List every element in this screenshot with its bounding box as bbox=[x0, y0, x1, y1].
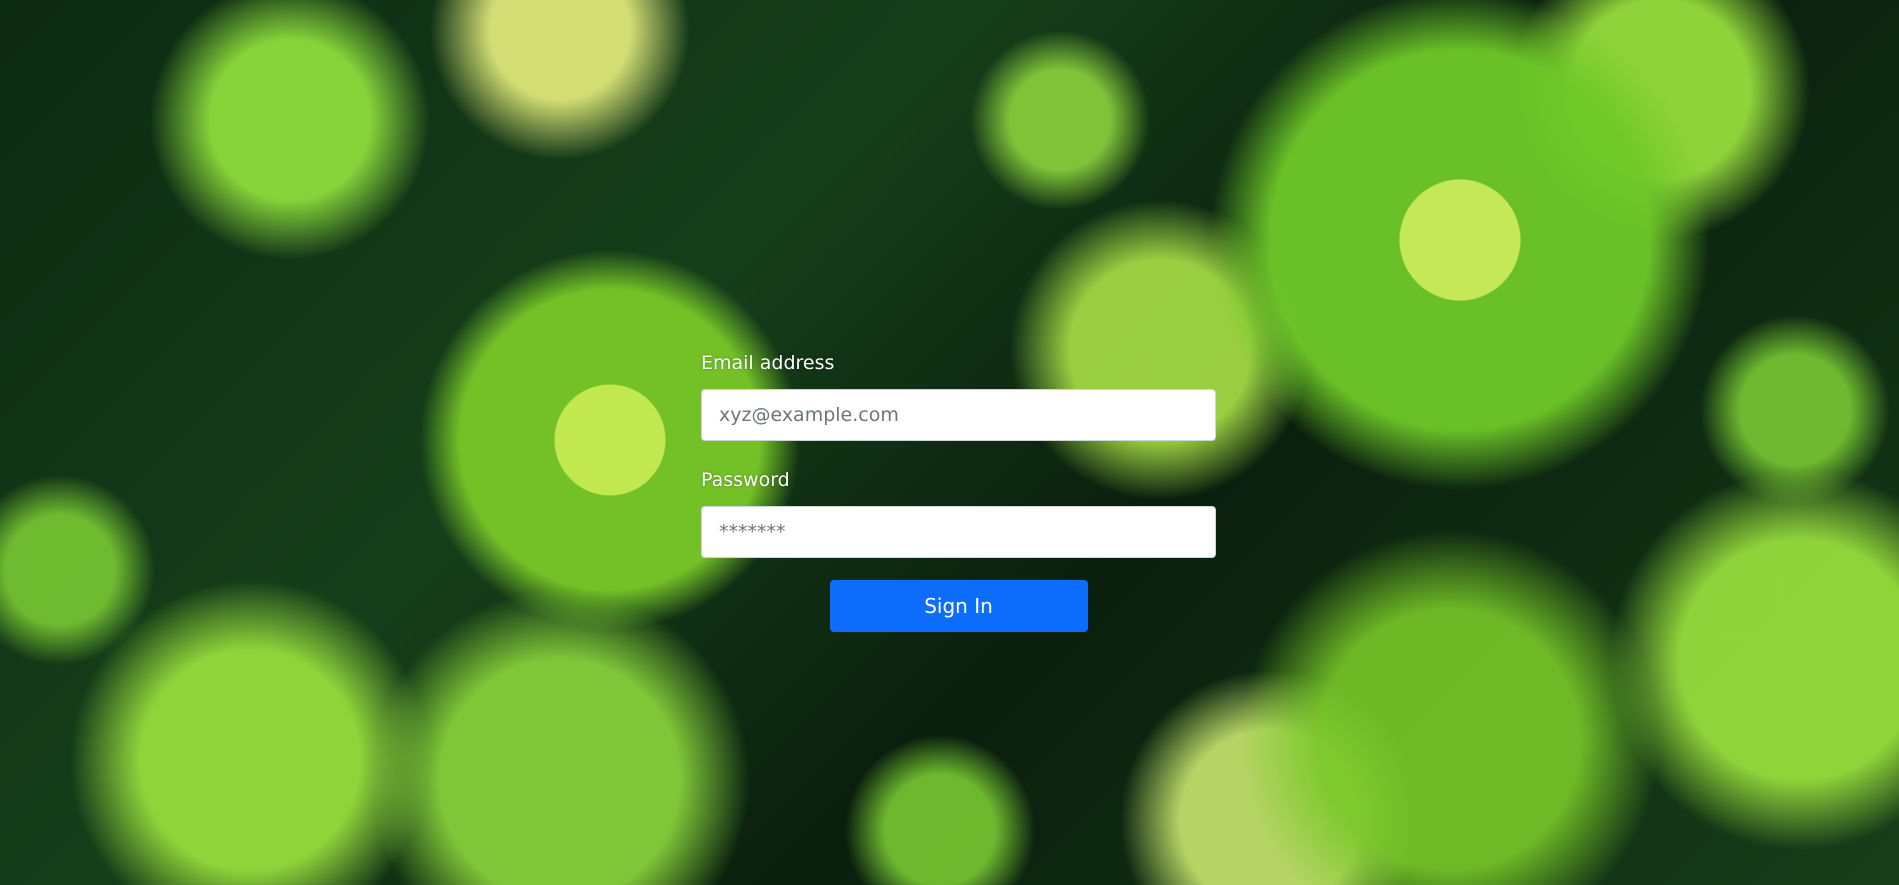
button-container: Sign In bbox=[701, 580, 1216, 632]
password-field[interactable] bbox=[701, 506, 1216, 558]
login-form: Email address Password Sign In bbox=[701, 351, 1216, 632]
password-label: Password bbox=[701, 469, 790, 491]
sign-in-button[interactable]: Sign In bbox=[829, 580, 1088, 632]
email-label: Email address bbox=[701, 352, 835, 374]
email-field[interactable] bbox=[701, 389, 1216, 441]
